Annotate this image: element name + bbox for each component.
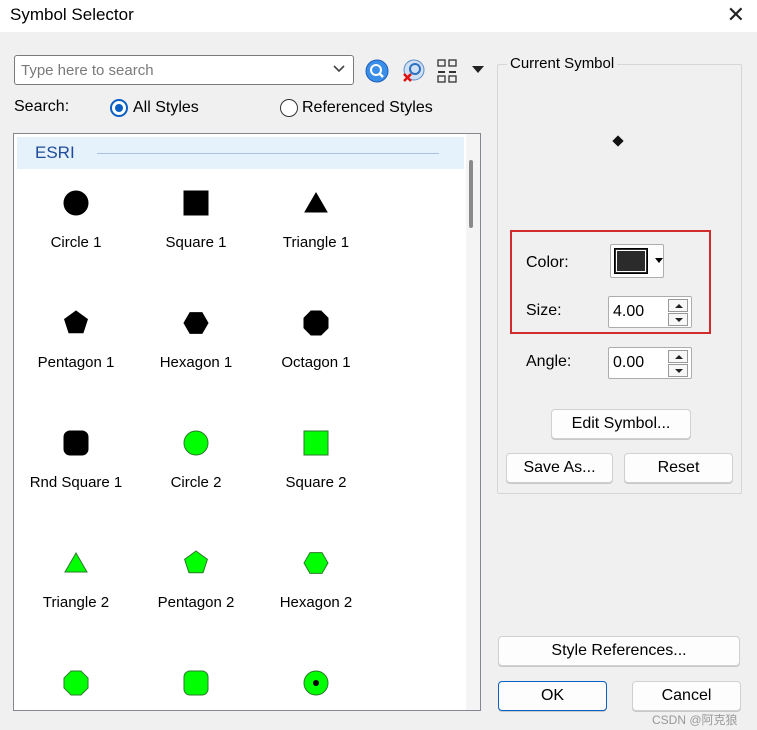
- size-stepper[interactable]: 4.00: [608, 296, 692, 328]
- symbol-label: Triangle 1: [282, 234, 350, 251]
- referenced-styles-label[interactable]: Referenced Styles: [302, 99, 433, 117]
- hexagon-symbol-icon: [183, 312, 209, 334]
- cancel-button[interactable]: Cancel: [632, 681, 741, 711]
- symbol-label: Triangle 2: [42, 594, 110, 611]
- all-styles-radio[interactable]: [110, 99, 128, 117]
- view-options-icon[interactable]: [436, 58, 462, 84]
- symbol-item[interactable]: Hexagon 1: [136, 292, 256, 402]
- chevron-down-icon[interactable]: [333, 64, 345, 74]
- symbol-item[interactable]: Octagon 1: [256, 292, 376, 402]
- size-value[interactable]: 4.00: [613, 303, 644, 321]
- symbol-item[interactable]: Circle 2: [136, 412, 256, 522]
- symbol-item[interactable]: Pentagon 1: [16, 292, 136, 402]
- group-title: ESRI: [35, 143, 75, 162]
- ok-button[interactable]: OK: [498, 681, 607, 711]
- angle-value[interactable]: 0.00: [613, 354, 644, 372]
- symbol-item[interactable]: Pentagon 2: [136, 532, 256, 642]
- pentagon-symbol-icon: [64, 310, 88, 334]
- symbol-label: Circle 2: [170, 474, 222, 491]
- reset-button[interactable]: Reset: [624, 453, 733, 483]
- dropdown-arrow-icon[interactable]: [472, 66, 484, 74]
- group-header: ESRI: [17, 137, 464, 169]
- referenced-styles-radio[interactable]: [280, 99, 298, 117]
- symbol-item[interactable]: [256, 652, 376, 710]
- symbol-list[interactable]: ESRI Circle 1 Square 1 Triangle 1 Pentagon …: [13, 133, 481, 711]
- circle-dot-symbol-icon: [303, 670, 329, 696]
- symbol-label: Pentagon 1: [37, 354, 115, 371]
- style-references-button[interactable]: Style References...: [498, 636, 740, 666]
- circle-symbol-icon: [63, 190, 89, 216]
- symbol-label: Hexagon 1: [159, 354, 233, 371]
- symbol-item[interactable]: Triangle 2: [16, 532, 136, 642]
- octagon-symbol-icon: [63, 670, 89, 696]
- symbol-label: Square 1: [165, 234, 227, 251]
- triangle-symbol-icon: [304, 192, 328, 213]
- symbol-label: Circle 1: [50, 234, 102, 251]
- symbol-label: Rnd Square 1: [29, 474, 123, 491]
- angle-stepper[interactable]: 0.00: [608, 347, 692, 379]
- angle-down-arrow-icon[interactable]: [668, 364, 688, 377]
- symbol-item[interactable]: [16, 652, 136, 710]
- triangle-symbol-icon: [64, 552, 88, 573]
- angle-up-arrow-icon[interactable]: [668, 350, 688, 363]
- close-icon[interactable]: ✕: [727, 2, 745, 28]
- angle-label: Angle:: [526, 353, 572, 370]
- all-styles-label[interactable]: All Styles: [133, 99, 199, 117]
- color-label: Color:: [526, 254, 569, 271]
- size-down-arrow-icon[interactable]: [668, 313, 688, 326]
- search-input[interactable]: [19, 59, 329, 81]
- watermark: CSDN @阿克狼: [652, 713, 738, 727]
- symbol-item[interactable]: [136, 652, 256, 710]
- search-icon[interactable]: [364, 58, 390, 84]
- title-bar: Symbol Selector ✕: [0, 0, 757, 32]
- size-label: Size:: [526, 302, 562, 319]
- rounded-square-symbol-icon: [63, 430, 89, 456]
- symbol-item[interactable]: Triangle 1: [256, 172, 376, 282]
- clear-search-icon[interactable]: [400, 58, 426, 84]
- square-symbol-icon: [303, 430, 329, 456]
- symbol-item[interactable]: Square 1: [136, 172, 256, 282]
- rounded-square-symbol-icon: [183, 670, 209, 696]
- symbol-item[interactable]: Hexagon 2: [256, 532, 376, 642]
- symbol-label: Square 2: [285, 474, 347, 491]
- hexagon-symbol-icon: [303, 552, 329, 574]
- symbol-label: Octagon 1: [281, 354, 351, 371]
- window-title: Symbol Selector: [10, 5, 134, 24]
- group-divider: [97, 153, 439, 154]
- pentagon-symbol-icon: [184, 550, 208, 574]
- edit-symbol-button[interactable]: Edit Symbol...: [551, 409, 691, 439]
- symbol-item[interactable]: Rnd Square 1: [16, 412, 136, 522]
- scrollbar[interactable]: [466, 134, 480, 710]
- circle-symbol-icon: [183, 430, 209, 456]
- symbol-item[interactable]: Circle 1: [16, 172, 136, 282]
- caret-down-icon: [655, 258, 663, 263]
- color-picker-button[interactable]: [610, 244, 664, 278]
- search-scope-label: Search:: [14, 98, 70, 115]
- save-as-button[interactable]: Save As...: [506, 453, 613, 483]
- size-up-arrow-icon[interactable]: [668, 299, 688, 312]
- symbol-item[interactable]: Square 2: [256, 412, 376, 522]
- current-symbol-title: Current Symbol: [507, 55, 618, 72]
- symbol-label: Hexagon 2: [279, 594, 353, 611]
- square-symbol-icon: [183, 190, 209, 216]
- color-swatch: [614, 248, 648, 274]
- search-field[interactable]: [14, 55, 354, 85]
- scroll-thumb[interactable]: [469, 160, 473, 228]
- symbol-label: Pentagon 2: [157, 594, 235, 611]
- octagon-symbol-icon: [303, 310, 329, 336]
